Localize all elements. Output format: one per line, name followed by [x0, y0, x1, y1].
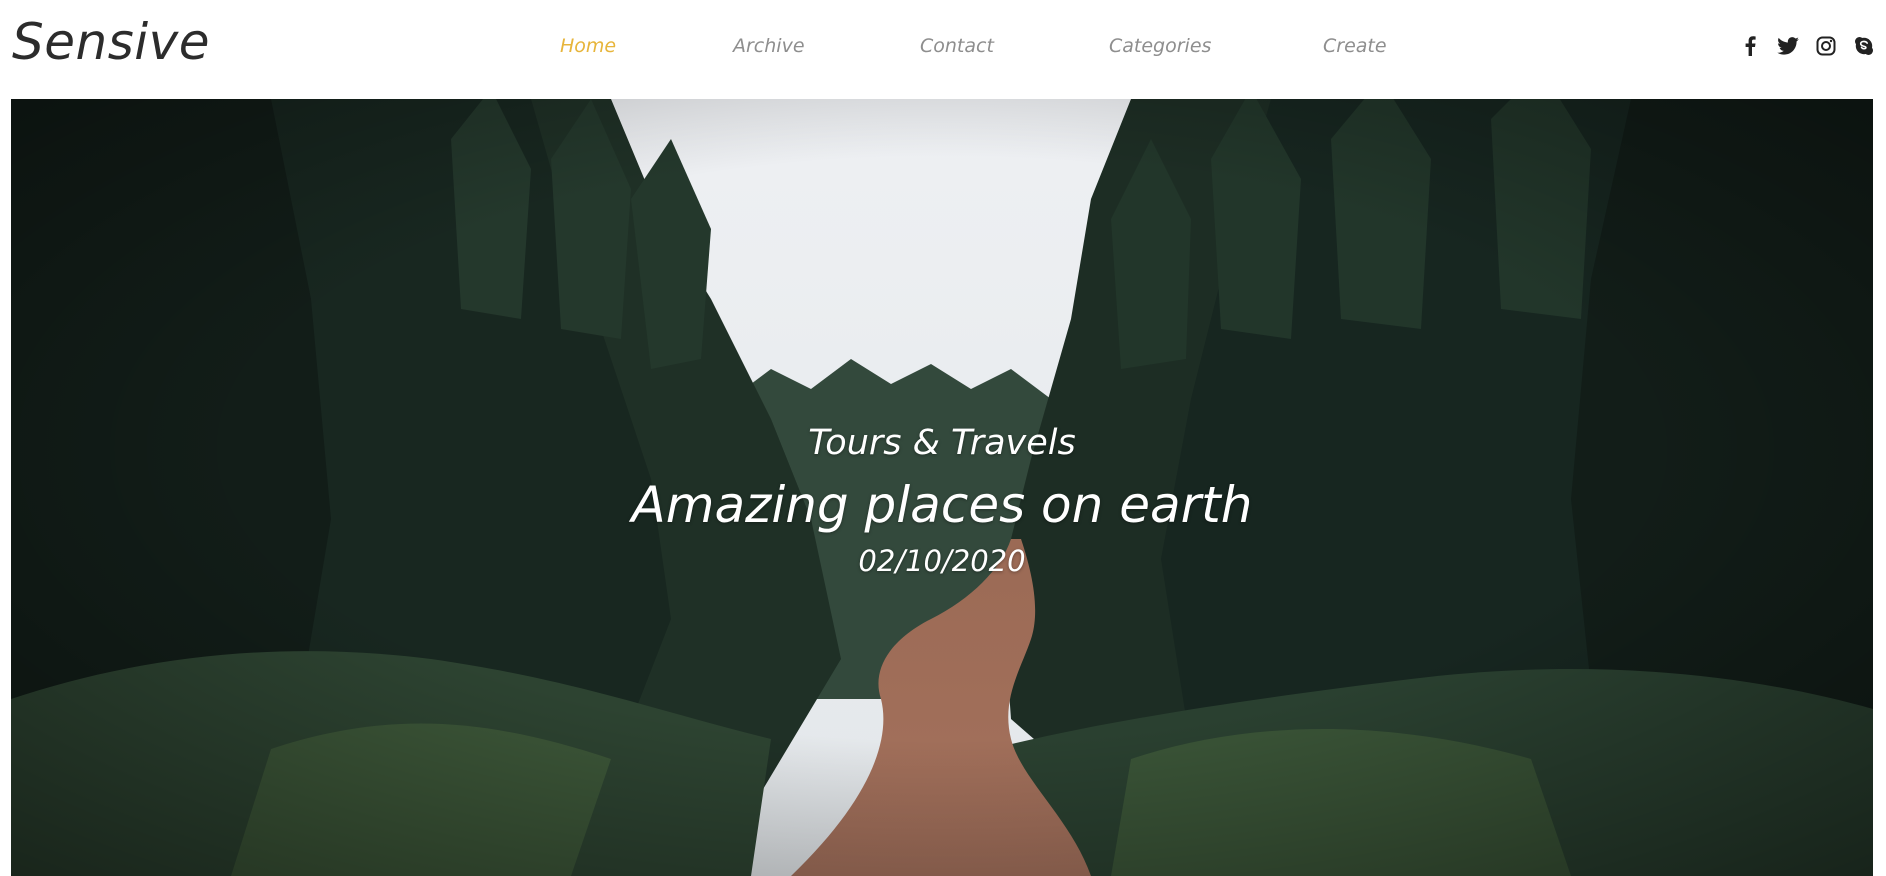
- facebook-icon[interactable]: [1738, 34, 1762, 58]
- hero-category[interactable]: Tours & Travels: [11, 421, 1873, 465]
- nav-item-categories[interactable]: Categories: [1109, 32, 1211, 60]
- skype-icon[interactable]: [1852, 34, 1876, 58]
- hero-banner[interactable]: Tours & Travels Amazing places on earth …: [11, 99, 1873, 876]
- nav-item-archive[interactable]: Archive: [733, 32, 805, 60]
- social-links: [1738, 34, 1876, 58]
- instagram-icon[interactable]: [1814, 34, 1838, 58]
- site-header: Sensive Home Archive Contact Categories …: [0, 0, 1886, 99]
- twitter-icon[interactable]: [1776, 34, 1800, 58]
- nav-item-create[interactable]: Create: [1323, 32, 1387, 60]
- nav-item-contact[interactable]: Contact: [920, 32, 994, 60]
- nav-item-home[interactable]: Home: [560, 32, 616, 60]
- main-nav: Home Archive Contact Categories Create: [0, 32, 1886, 62]
- hero-title[interactable]: Amazing places on earth: [11, 474, 1873, 536]
- hero-date: 02/10/2020: [858, 544, 1026, 578]
